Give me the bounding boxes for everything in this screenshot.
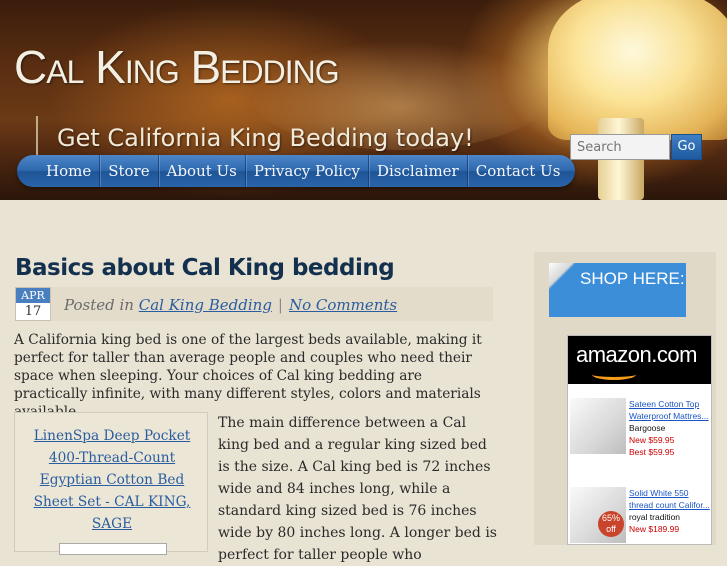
product-thumbnail[interactable] [570,398,626,454]
amazon-header: amazon.com [568,336,711,384]
amazon-product-title[interactable]: Solid White 550 thread count Califor... [629,487,711,511]
amazon-product-new-price: New $189.99 [629,524,680,534]
amazon-product-title[interactable]: Sateen Cotton Top Waterproof Mattres... [629,398,711,422]
post-date-month: APR [16,288,50,303]
post-title[interactable]: Basics about Cal King bedding [15,255,395,281]
tagline-divider [36,116,38,158]
amazon-product-item: Sateen Cotton Top Waterproof Mattres... … [570,398,711,468]
post-body: The main difference between a Cal king b… [218,415,497,563]
post-meta: Posted in Cal King Bedding | No Comments [64,296,397,314]
meta-separator: | [277,296,283,314]
discount-badge: 65% off [598,511,624,537]
nav-privacy-policy[interactable]: Privacy Policy [246,155,369,187]
nav-about-us[interactable]: About Us [159,155,246,187]
search-button[interactable]: Go [671,134,702,160]
site-title[interactable]: Cal King Bedding [14,40,340,94]
amazon-product-brand: royal tradition [629,512,681,522]
main-nav: Home Store About Us Privacy Policy Discl… [17,155,575,187]
product-box: LinenSpa Deep Pocket 400-Thread-Count Eg… [14,412,208,555]
comments-link[interactable]: No Comments [289,296,397,314]
amazon-logo[interactable]: amazon.com [576,342,697,368]
posted-in-label: Posted in [64,296,134,314]
amazon-product-brand: Bargoose [629,423,666,433]
page-curl-icon [549,263,575,289]
site-tagline: Get California King Bedding today! [57,124,474,152]
amazon-product-item: 65% off Solid White 550 thread count Cal… [570,487,711,544]
amazon-product-new-price: New $59.95 [629,435,675,445]
nav-contact-us[interactable]: Contact Us [468,155,569,187]
nav-store[interactable]: Store [100,155,159,187]
post-date-badge: APR 17 [15,287,51,321]
nav-disclaimer[interactable]: Disclaimer [369,155,468,187]
amazon-smile-icon [592,369,636,380]
post-intro: A California king bed is one of the larg… [14,332,482,420]
product-thumbnail[interactable]: 65% off [570,487,626,543]
amazon-widget: amazon.com Sateen Cotton Top Waterproof … [567,335,712,545]
post-date-day: 17 [24,304,42,319]
amazon-product-best-price: Best $59.95 [629,447,675,457]
category-link[interactable]: Cal King Bedding [139,296,272,314]
product-link[interactable]: LinenSpa Deep Pocket 400-Thread-Count Eg… [19,425,205,535]
search-input[interactable] [570,134,670,160]
nav-home[interactable]: Home [38,155,101,187]
